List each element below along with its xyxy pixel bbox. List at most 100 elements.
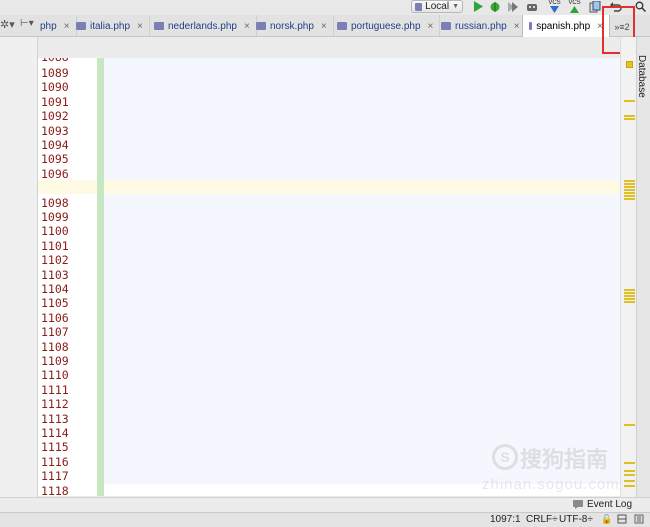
- run-button[interactable]: [471, 0, 484, 13]
- warning-marker[interactable]: [624, 295, 635, 297]
- warning-marker[interactable]: [624, 192, 635, 194]
- line-number: 1089: [41, 66, 69, 80]
- line-number: 1103: [41, 267, 69, 282]
- close-icon[interactable]: ×: [137, 21, 143, 32]
- line-number: 1096: [41, 166, 69, 181]
- watermark-url: zhinan.sogou.com: [482, 476, 620, 493]
- encoding-selector[interactable]: UTF-8÷: [559, 514, 593, 525]
- memory-indicator-icon[interactable]: [634, 514, 644, 527]
- error-stripe[interactable]: [620, 37, 636, 497]
- line-number: 1093: [41, 123, 69, 138]
- line-number: 1091: [41, 94, 69, 109]
- tab-portuguese[interactable]: portuguese.php ×: [331, 15, 441, 37]
- tab-russian[interactable]: russian.php ×: [435, 15, 527, 37]
- tab-nederlands[interactable]: nederlands.php ×: [148, 15, 257, 37]
- vcs-commit-button[interactable]: VCS: [568, 0, 581, 13]
- warning-marker[interactable]: [624, 289, 635, 291]
- run-config-label: Local: [425, 1, 450, 12]
- line-number: 1095: [41, 152, 69, 167]
- php-file-icon: [337, 22, 347, 30]
- php-file-icon: [529, 22, 533, 30]
- line-number: 1092: [41, 109, 69, 124]
- line-separator-selector[interactable]: CRLF÷: [526, 514, 558, 525]
- warning-marker[interactable]: [624, 183, 635, 185]
- line-number: 1116: [41, 454, 69, 469]
- chevron-down-icon: ▼: [452, 3, 459, 10]
- php-file-icon: [441, 22, 451, 30]
- warning-marker[interactable]: [624, 301, 635, 303]
- tab-norsk[interactable]: norsk.php ×: [250, 15, 334, 37]
- coverage-icon: [507, 1, 518, 12]
- debug-icon: [490, 1, 499, 12]
- line-number: 1109: [41, 354, 69, 368]
- code-editor[interactable]: [104, 58, 620, 484]
- warning-marker[interactable]: [624, 100, 635, 102]
- warning-marker[interactable]: [624, 298, 635, 300]
- warning-marker[interactable]: [624, 186, 635, 188]
- line-number: 1102: [41, 253, 69, 268]
- line-number: 1111: [41, 382, 69, 397]
- vcs-update-button[interactable]: VCS: [548, 0, 561, 13]
- watermark-text: 搜狗指南: [520, 448, 609, 473]
- warning-marker[interactable]: [624, 195, 635, 197]
- close-icon[interactable]: ×: [514, 21, 520, 32]
- profile-button[interactable]: [525, 0, 538, 13]
- search-everywhere-button[interactable]: [634, 0, 647, 13]
- settings-gear-icon[interactable]: ✲▾: [0, 18, 15, 31]
- close-icon[interactable]: ×: [321, 21, 327, 32]
- line-number: 1107: [41, 325, 69, 340]
- close-icon[interactable]: ×: [244, 21, 250, 32]
- close-icon[interactable]: ×: [428, 21, 434, 32]
- close-icon[interactable]: ×: [64, 21, 70, 32]
- caret-position[interactable]: 1097:1: [490, 514, 521, 525]
- php-file-icon: [154, 22, 164, 30]
- line-number-gutter: 1088108910901091109210931094109510961097…: [38, 58, 97, 496]
- settings-icon[interactable]: [617, 514, 627, 527]
- line-number: 1113: [41, 411, 69, 426]
- event-log-icon: [573, 500, 583, 509]
- vcs-commit-icon: [570, 6, 579, 13]
- warning-marker[interactable]: [624, 115, 635, 117]
- warning-marker[interactable]: [624, 292, 635, 294]
- vcs-change-marker[interactable]: [97, 58, 104, 496]
- vcs-history-button[interactable]: [588, 0, 601, 13]
- coverage-button[interactable]: [506, 0, 519, 13]
- run-icon: [473, 1, 483, 12]
- line-number: 1094: [41, 138, 69, 152]
- php-file-icon: [415, 2, 423, 11]
- line-number: 1104: [41, 282, 69, 296]
- warning-marker[interactable]: [624, 198, 635, 200]
- line-number: 1117: [41, 469, 69, 484]
- line-number: 1110: [41, 368, 69, 383]
- warning-status-icon[interactable]: [626, 61, 633, 68]
- debug-button[interactable]: [488, 0, 501, 13]
- php-file-icon: [76, 22, 86, 30]
- line-number-partial: 1088: [41, 58, 69, 64]
- line-number: 1090: [41, 80, 69, 95]
- tab-spanish[interactable]: spanish.php ×: [522, 15, 610, 37]
- left-tool-strip: [0, 37, 38, 497]
- warning-marker[interactable]: [624, 424, 635, 426]
- bug-icon: [526, 3, 537, 11]
- line-number: 1112: [41, 397, 69, 412]
- event-log-row: [0, 497, 650, 512]
- lock-icon[interactable]: 🔓: [601, 514, 612, 525]
- warning-marker[interactable]: [624, 189, 635, 191]
- warning-marker[interactable]: [624, 180, 635, 182]
- search-icon: [635, 1, 646, 12]
- run-configuration-dropdown[interactable]: Local ▼: [411, 0, 463, 13]
- collapse-icon[interactable]: ⊢▾: [20, 18, 34, 29]
- line-number: 1115: [41, 440, 69, 455]
- watermark: S 搜狗指南 zhinan.sogou.com: [482, 440, 632, 500]
- gutter-current-line-highlight: [38, 180, 97, 194]
- warning-marker[interactable]: [624, 118, 635, 120]
- line-number: 1106: [41, 310, 69, 325]
- database-tool-window-button[interactable]: Database: [636, 55, 650, 125]
- line-number: 1099: [41, 210, 69, 224]
- current-line-highlight: [104, 180, 620, 194]
- line-number: 1098: [41, 195, 69, 210]
- event-log-button[interactable]: Event Log: [573, 499, 632, 510]
- php-file-icon: [256, 22, 266, 30]
- line-number: 1105: [41, 296, 69, 311]
- tab-italia[interactable]: italia.php ×: [70, 15, 150, 37]
